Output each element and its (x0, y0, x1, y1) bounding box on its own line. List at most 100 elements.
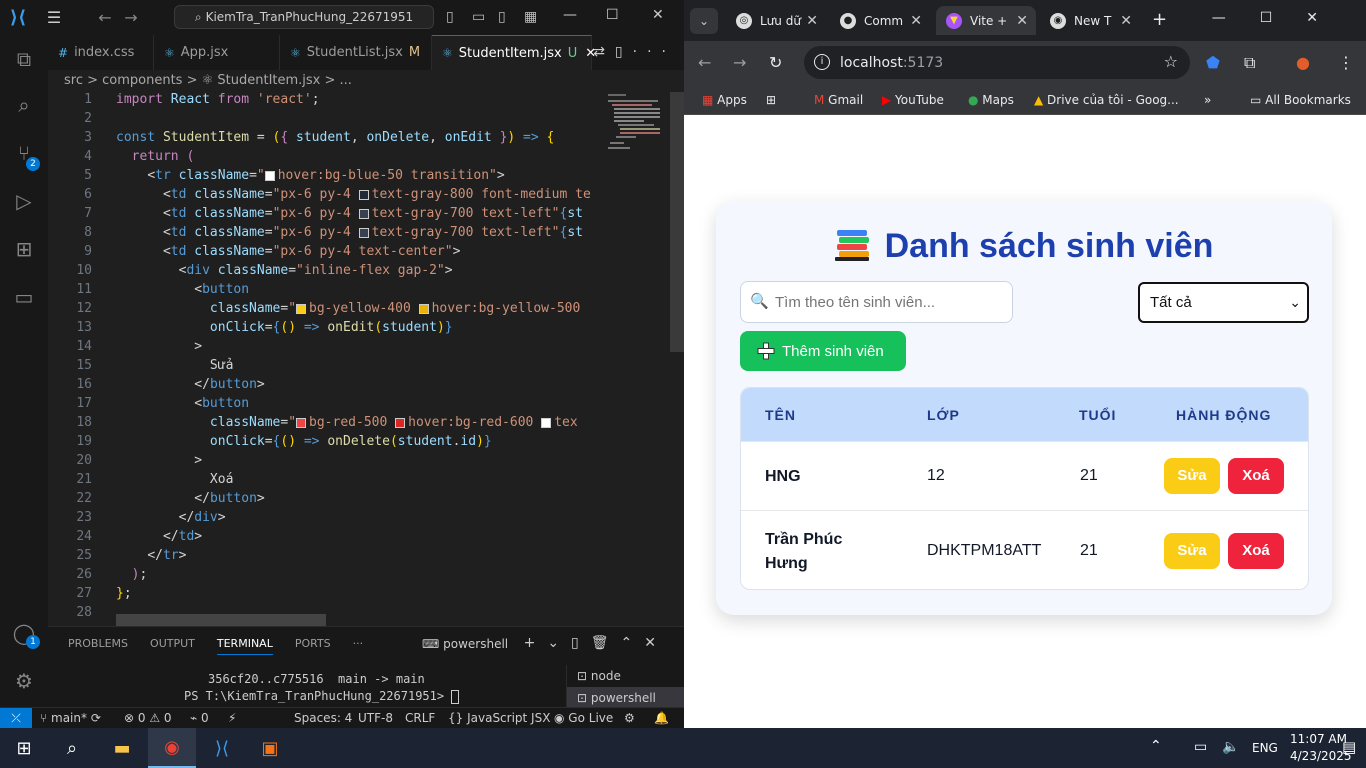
chrome-taskbar-icon[interactable]: ◉ (148, 728, 196, 768)
explorer-icon[interactable]: ⧉ (10, 45, 38, 73)
terminal-item-node[interactable]: ⊡ node (567, 665, 684, 687)
notifications-bell-icon[interactable]: 🔔 (654, 711, 669, 725)
forward-arrow-icon[interactable]: → (733, 53, 746, 72)
chrome-tab-2[interactable]: ● Comm ✕ (830, 6, 930, 35)
site-info-icon[interactable]: i (814, 54, 830, 70)
new-tab-plus-icon[interactable]: + (1152, 9, 1167, 30)
code-editor[interactable]: 1 2 3 4 5 6 7 8 9 10 11 12 13 14 15 16 17 18 19 20 21 22 23 24 2… (48, 92, 600, 626)
search-input[interactable] (740, 281, 1013, 323)
language-indicator[interactable]: {} JavaScript JSX (448, 711, 550, 725)
edit-button[interactable]: Sửa (1164, 458, 1220, 494)
bookmark-maps[interactable]: ● Maps (968, 93, 1014, 107)
tab-close-icon[interactable]: ✕ (1016, 13, 1028, 29)
notification-center-icon[interactable]: ▤ (1342, 738, 1356, 756)
input-language[interactable]: ENG (1252, 741, 1278, 755)
tab-ports[interactable]: PORTS (295, 637, 331, 655)
close-icon[interactable]: ✕ (652, 7, 664, 23)
toggle-secondary-sidebar-icon[interactable]: ▯ (498, 9, 506, 25)
tab-studentlist-jsx[interactable]: ⚛ StudentList.jsx M (280, 35, 432, 70)
volume-icon[interactable]: 🔈 (1222, 739, 1239, 755)
back-arrow-icon[interactable]: ← (698, 53, 711, 72)
address-bar[interactable]: i localhost:5173 ☆ (804, 46, 1190, 79)
profile-avatar[interactable]: ● (1296, 53, 1310, 72)
extension-icon[interactable]: ⬟ (1206, 53, 1220, 72)
tab-app-jsx[interactable]: ⚛ App.jsx (154, 35, 280, 70)
settings-gear-icon[interactable]: ⚙ (10, 667, 38, 695)
tab-terminal[interactable]: TERMINAL (216, 637, 273, 655)
editor-vertical-scrollbar[interactable] (670, 92, 684, 626)
scrollbar-thumb[interactable] (670, 92, 684, 352)
network-icon[interactable]: ▭ (1194, 739, 1207, 755)
reload-icon[interactable]: ↻ (769, 53, 782, 72)
remote-icon[interactable]: ⤫ (0, 708, 32, 729)
search-icon[interactable]: ⌕ (48, 728, 96, 768)
tab-studentitem-jsx[interactable]: ⚛ StudentItem.jsx U ✕ (432, 35, 596, 70)
remote-explorer-icon[interactable]: ▭ (10, 283, 38, 311)
github-icon: ● (840, 12, 856, 29)
bookmark-grid[interactable]: ⊞ (766, 93, 776, 107)
run-debug-icon[interactable]: ▷ (10, 187, 38, 215)
bookmark-drive[interactable]: ▲ Drive của tôi - Goog... (1034, 93, 1179, 107)
bookmark-youtube[interactable]: ▶ YouTube (882, 93, 944, 107)
panel-more-button[interactable]: ··· (353, 637, 364, 655)
menu-icon[interactable]: ☰ (36, 8, 72, 27)
toggle-panel-icon[interactable]: ▭ (472, 9, 485, 25)
editor-horizontal-scrollbar[interactable] (116, 614, 326, 626)
search-icon[interactable]: ⌕ (10, 91, 38, 119)
back-arrow-icon[interactable]: ← (92, 8, 118, 27)
bookmark-gmail[interactable]: M Gmail (814, 93, 863, 107)
chrome-window-controls[interactable]: —☐✕ (1212, 10, 1352, 26)
terminal-prompt-line: PS T:\KiemTra_TranPhucHung_22671951> (184, 688, 460, 705)
extensions-puzzle-icon[interactable]: ⧉ (1244, 53, 1255, 73)
tab-close-icon[interactable]: ✕ (910, 13, 922, 29)
tab-output[interactable]: OUTPUT (150, 637, 195, 655)
encoding-indicator[interactable]: UTF-8 (358, 711, 393, 725)
tab-search-chevron-icon[interactable]: ⌄ (690, 8, 718, 34)
breadcrumb[interactable]: src > components > ⚛ StudentItem.jsx > .… (48, 70, 684, 92)
clock-time[interactable]: 11:07 AM (1290, 732, 1347, 746)
copilot-icon[interactable]: ⚙ (624, 711, 635, 725)
panel-actions[interactable]: +⌄▯🗑⌃✕ (524, 635, 668, 651)
go-live-button[interactable]: ◉ Go Live (554, 711, 613, 725)
delete-button[interactable]: Xoá (1228, 533, 1284, 569)
bookmarks-overflow[interactable]: » (1204, 93, 1211, 107)
start-windows-icon[interactable]: ⊞ (0, 728, 48, 768)
forward-arrow-icon[interactable]: → (118, 8, 144, 27)
customize-layout-icon[interactable]: ▦ (524, 9, 537, 25)
tray-overflow-chevron-icon[interactable]: ⌃ (1150, 738, 1162, 754)
tab-close-icon[interactable]: ✕ (806, 13, 818, 29)
extensions-icon[interactable]: ⊞ (10, 235, 38, 263)
bookmark-star-icon[interactable]: ☆ (1164, 52, 1178, 71)
eol-indicator[interactable]: CRLF (405, 711, 435, 725)
terminal-selector[interactable]: ⌨ powershell (422, 637, 508, 651)
tab-close-icon[interactable]: ✕ (1120, 13, 1132, 29)
minimap[interactable] (600, 92, 670, 626)
edit-button[interactable]: Sửa (1164, 533, 1220, 569)
chrome-tab-vite-active[interactable]: ▼ Vite + ✕ (936, 6, 1036, 35)
tab-index-css[interactable]: # index.css (48, 35, 154, 70)
vscode-taskbar-icon[interactable]: ⟩⟨ (198, 728, 246, 768)
chrome-menu-icon[interactable]: ⋮ (1338, 53, 1354, 72)
branch-indicator[interactable]: ⑂ main* ⟳ (40, 711, 101, 725)
editor-actions[interactable]: ⇄▯··· (593, 44, 676, 60)
delete-button[interactable]: Xoá (1228, 458, 1284, 494)
problems-indicator[interactable]: ⊗ 0 ⚠ 0 (124, 711, 172, 725)
chrome-tab-1[interactable]: ◎ Lưu dữ ✕ (726, 6, 826, 35)
class-filter-select[interactable]: Tất cả ⌄ (1138, 282, 1309, 323)
minimize-icon[interactable]: — (563, 7, 577, 23)
tab-problems[interactable]: PROBLEMS (68, 637, 128, 655)
add-student-button[interactable]: Thêm sinh viên (740, 331, 906, 371)
live-share-icon[interactable]: ⚡ (228, 711, 236, 725)
all-bookmarks[interactable]: ▭ All Bookmarks (1250, 93, 1351, 107)
maximize-icon[interactable]: ☐ (606, 7, 619, 23)
ports-indicator[interactable]: ⌁ 0 (190, 711, 209, 725)
indentation-indicator[interactable]: Spaces: 4 (294, 711, 352, 725)
command-center-search[interactable]: ⌕ KiemTra_TranPhucHung_22671951 (174, 5, 434, 29)
bookmark-apps[interactable]: ▦ Apps (702, 93, 747, 107)
terminal-item-powershell[interactable]: ⊡ powershell (567, 687, 684, 709)
pdf-app-icon[interactable]: ▣ (246, 728, 294, 768)
file-explorer-icon[interactable]: ▬ (98, 728, 146, 768)
toggle-sidebar-icon[interactable]: ▯ (446, 9, 454, 25)
chrome-tab-4[interactable]: ◉ New T ✕ (1040, 6, 1140, 35)
terminal-output[interactable]: 356cf20..c775516 main -> main PS T:\KiemT… (184, 671, 460, 705)
